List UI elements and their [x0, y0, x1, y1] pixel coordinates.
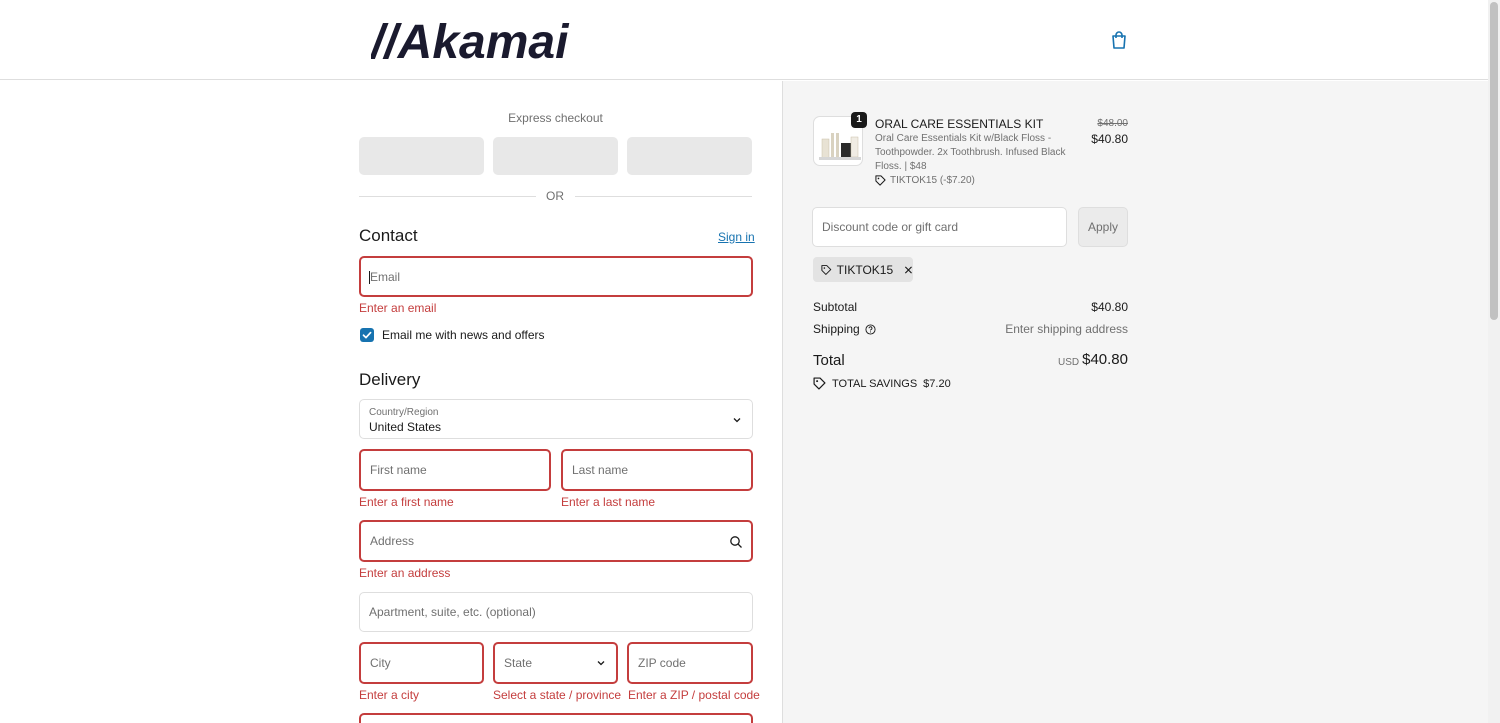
discount-code-input[interactable]: Discount code or gift card: [812, 207, 1067, 247]
product-discount: TIKTOK15 (-$7.20): [875, 175, 975, 186]
last-name-field[interactable]: Last name: [561, 449, 753, 491]
first-name-field[interactable]: First name: [359, 449, 551, 491]
divider-left: [359, 196, 536, 197]
email-error: Enter an email: [359, 301, 437, 315]
zip-field[interactable]: ZIP code: [627, 642, 753, 684]
total-value: $40.80: [1082, 351, 1128, 368]
applied-discount-chip: TIKTOK15: [813, 257, 913, 282]
sign-in-link[interactable]: Sign in: [718, 230, 755, 244]
product-description: Oral Care Essentials Kit w/Black Floss -…: [875, 133, 1066, 172]
newsletter-checkbox[interactable]: [360, 328, 374, 342]
shipping-value: Enter shipping address: [1005, 322, 1128, 336]
newsletter-label: Email me with news and offers: [382, 328, 545, 342]
contact-heading: Contact: [359, 226, 418, 245]
state-error: Select a state / province: [493, 688, 622, 702]
first-name-placeholder: First name: [370, 463, 427, 477]
tag-icon: [821, 264, 832, 275]
email-field[interactable]: Email: [359, 256, 753, 297]
savings-label: TOTAL SAVINGS: [832, 377, 918, 390]
akamai-logo[interactable]: //Akamai: [371, 14, 607, 66]
email-placeholder: Email: [370, 269, 401, 284]
country-value: United States: [369, 420, 442, 434]
state-placeholder: State: [504, 656, 533, 670]
savings-value: $7.20: [923, 377, 951, 390]
first-name-error: Enter a first name: [359, 495, 454, 509]
city-field[interactable]: City: [359, 642, 484, 684]
address-placeholder: Address: [370, 534, 415, 548]
apartment-field[interactable]: Apartment, suite, etc. (optional): [359, 592, 753, 632]
phone-field[interactable]: [359, 713, 753, 723]
shopping-bag-icon[interactable]: [1109, 30, 1129, 50]
discount-placeholder: Discount code or gift card: [822, 220, 959, 234]
product-discount-text: TIKTOK15 (-$7.20): [890, 175, 975, 186]
express-pay-button-1[interactable]: [359, 137, 484, 175]
subtotal-label: Subtotal: [813, 300, 858, 314]
express-pay-button-2[interactable]: [493, 137, 618, 175]
question-circle-icon[interactable]: [865, 323, 876, 335]
total-label: Total: [813, 352, 845, 369]
sale-price: $40.80: [1091, 132, 1128, 146]
express-checkout-label: Express checkout: [508, 111, 603, 125]
subtotal-value: $40.80: [1091, 300, 1128, 314]
search-icon[interactable]: [729, 535, 743, 549]
checkmark-icon: [362, 331, 372, 339]
scrollbar-thumb[interactable]: [1490, 2, 1498, 320]
quantity-badge: 1: [851, 112, 867, 128]
chevron-down-icon: [733, 418, 741, 423]
state-select[interactable]: State: [493, 642, 618, 684]
tag-icon: [813, 377, 826, 390]
apartment-placeholder: Apartment, suite, etc. (optional): [369, 605, 536, 619]
address-error: Enter an address: [359, 566, 451, 580]
logo-text: //Akamai: [371, 16, 570, 66]
last-name-error: Enter a last name: [561, 495, 656, 509]
total-currency: USD: [1058, 357, 1080, 368]
original-price: $48.00: [1097, 118, 1128, 129]
chevron-down-icon: [597, 661, 605, 666]
apply-discount-button[interactable]: Apply: [1078, 207, 1128, 247]
last-name-placeholder: Last name: [572, 463, 629, 477]
divider-right: [575, 196, 752, 197]
city-placeholder: City: [370, 656, 391, 670]
or-divider-text: OR: [546, 189, 564, 203]
product-title: ORAL CARE ESSENTIALS KIT: [875, 117, 1044, 131]
zip-error: Enter a ZIP / postal code: [628, 688, 760, 702]
header: //Akamai: [0, 0, 1488, 80]
delivery-heading: Delivery: [359, 370, 421, 389]
page-scrollbar[interactable]: [1488, 0, 1500, 723]
express-pay-button-3[interactable]: [627, 137, 752, 175]
total-savings: TOTAL SAVINGS $7.20: [813, 377, 951, 390]
tag-icon: [875, 175, 886, 186]
country-select[interactable]: Country/Region United States: [359, 399, 753, 439]
close-icon[interactable]: [904, 265, 913, 275]
country-label: Country/Region: [369, 407, 439, 418]
shipping-label: Shipping: [813, 322, 860, 336]
address-field[interactable]: Address: [359, 520, 753, 562]
shipping-row-label: Shipping: [813, 322, 876, 336]
applied-code-text: TIKTOK15: [836, 262, 894, 277]
zip-placeholder: ZIP code: [638, 656, 686, 670]
city-error: Enter a city: [359, 688, 420, 702]
